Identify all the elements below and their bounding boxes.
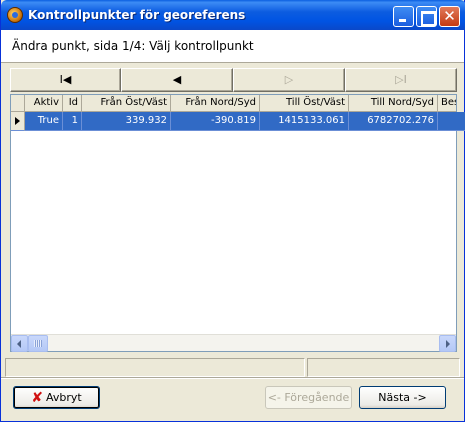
table-row[interactable]: True 1 339.932 -390.819 1415133.061 6782… [11, 112, 465, 131]
current-row-arrow-icon [15, 117, 20, 125]
status-bar [5, 358, 460, 377]
next-record-icon: ▷ [284, 73, 294, 86]
control-points-grid[interactable]: Aktiv Id Från Öst/Väst Från Nord/Syd Til… [10, 94, 465, 352]
cell-bes[interactable] [438, 112, 465, 131]
dialog-window: Kontrollpunkter för georeferens ✕ Ändra … [0, 0, 465, 422]
previous-record-icon: ◀ [172, 73, 182, 86]
last-record-icon: ▷I [395, 73, 407, 86]
row-selector[interactable] [11, 112, 25, 131]
status-panel-right [307, 358, 460, 377]
cell-aktiv[interactable]: True [25, 112, 63, 131]
first-record-button[interactable]: I◀ [10, 68, 121, 92]
title-bar[interactable]: Kontrollpunkter för georeferens ✕ [1, 0, 465, 30]
next-button[interactable]: Nästa -> [359, 386, 446, 409]
previous-button-label: <- Föregående [267, 391, 350, 404]
cell-id[interactable]: 1 [63, 112, 82, 131]
close-button[interactable]: ✕ [439, 6, 460, 27]
scrollbar-thumb[interactable] [28, 335, 48, 352]
window-title: Kontrollpunkter för georeferens [28, 8, 246, 22]
minimize-button[interactable] [393, 6, 414, 27]
wizard-header: Ändra punkt, sida 1/4: Välj kontrollpunk… [1, 30, 464, 63]
previous-button[interactable]: <- Föregående [265, 386, 352, 409]
column-header-fran-nord-syd[interactable]: Från Nord/Syd [171, 95, 260, 112]
first-record-icon: I◀ [59, 73, 72, 86]
column-header-till-ost-vast[interactable]: Till Öst/Väst [260, 95, 349, 112]
cancel-x-icon: ✘ [31, 390, 43, 406]
scroll-left-arrow-icon[interactable] [11, 335, 28, 352]
previous-record-button[interactable]: ◀ [121, 68, 233, 92]
column-header-fran-ost-vast[interactable]: Från Öst/Väst [82, 95, 171, 112]
cell-till-ost-vast[interactable]: 1415133.061 [260, 112, 349, 131]
column-header-till-nord-syd[interactable]: Till Nord/Syd [349, 95, 438, 112]
button-divider [1, 377, 464, 379]
maximize-button[interactable] [416, 6, 437, 27]
wizard-step-title: Ändra punkt, sida 1/4: Välj kontrollpunk… [12, 39, 254, 53]
close-icon: ✕ [443, 7, 456, 25]
cell-fran-nord-syd[interactable]: -390.819 [171, 112, 260, 131]
grid-header-row: Aktiv Id Från Öst/Väst Från Nord/Syd Til… [11, 95, 456, 112]
app-globe-icon [7, 7, 23, 23]
cell-fran-ost-vast[interactable]: 339.932 [82, 112, 171, 131]
cancel-button-label: Avbryt [46, 391, 82, 404]
column-header-id[interactable]: Id [63, 95, 82, 112]
status-panel-left [5, 358, 305, 377]
horizontal-scrollbar[interactable] [11, 334, 456, 352]
column-header-aktiv[interactable]: Aktiv [25, 95, 63, 112]
record-navigator: I◀ ◀ ▷ ▷I [10, 68, 457, 92]
scroll-right-arrow-icon[interactable] [439, 335, 456, 352]
column-header-bes[interactable]: Bes [438, 95, 456, 112]
cancel-button[interactable]: ✘ Avbryt [13, 386, 100, 409]
row-selector-header [11, 95, 25, 112]
last-record-button[interactable]: ▷I [345, 68, 457, 92]
next-record-button[interactable]: ▷ [233, 68, 345, 92]
cell-till-nord-syd[interactable]: 6782702.276 [349, 112, 438, 131]
next-button-label: Nästa -> [378, 391, 427, 404]
